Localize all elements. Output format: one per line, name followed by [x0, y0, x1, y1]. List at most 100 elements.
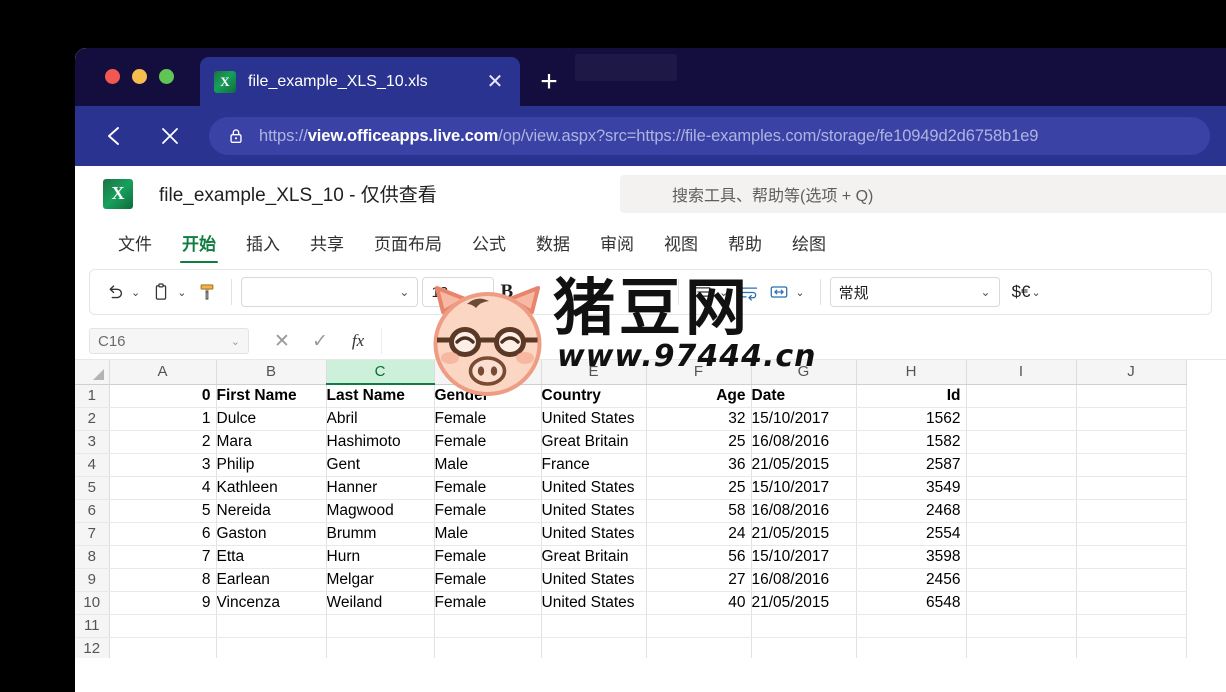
cell-E11[interactable] [541, 614, 647, 638]
format-painter-button[interactable] [192, 276, 222, 308]
cell-G3[interactable]: 16/08/2016 [751, 430, 857, 454]
cell-B4[interactable]: Philip [216, 453, 327, 477]
cell-G9[interactable]: 16/08/2016 [751, 568, 857, 592]
cell-A12[interactable] [109, 637, 217, 658]
chevron-down-icon[interactable]: ⌄ [399, 285, 409, 299]
url-bar[interactable]: https://view.officeapps.live.com/op/view… [209, 117, 1210, 155]
column-header-f[interactable]: F [646, 360, 752, 385]
tab-8[interactable]: 视图 [649, 230, 713, 263]
row-header-4[interactable]: 4 [75, 453, 110, 477]
tab-7[interactable]: 审阅 [585, 230, 649, 263]
tab-3[interactable]: 共享 [295, 230, 359, 263]
cell-I10[interactable] [966, 591, 1077, 615]
tab-0[interactable]: 文件 [103, 230, 167, 263]
cell-J10[interactable] [1076, 591, 1187, 615]
font-name-select[interactable]: ⌄ [241, 277, 419, 307]
row-header-5[interactable]: 5 [75, 476, 110, 500]
cell-G10[interactable]: 21/05/2015 [751, 591, 857, 615]
minimize-window-button[interactable] [132, 69, 147, 84]
cell-H5[interactable]: 3549 [856, 476, 967, 500]
row-header-10[interactable]: 10 [75, 591, 110, 615]
cell-E7[interactable]: United States [541, 522, 647, 546]
cell-H6[interactable]: 2468 [856, 499, 967, 523]
cell-G8[interactable]: 15/10/2017 [751, 545, 857, 569]
cell-H4[interactable]: 2587 [856, 453, 967, 477]
row-header-3[interactable]: 3 [75, 430, 110, 454]
cell-D4[interactable]: Male [434, 453, 542, 477]
tab-6[interactable]: 数据 [521, 230, 585, 263]
cell-A2[interactable]: 1 [109, 407, 217, 431]
cell-J9[interactable] [1076, 568, 1187, 592]
cell-C8[interactable]: Hurn [326, 545, 435, 569]
tab-2[interactable]: 插入 [231, 230, 295, 263]
cell-H3[interactable]: 1582 [856, 430, 967, 454]
cell-J1[interactable] [1076, 384, 1187, 408]
number-format-select[interactable]: 常规 ⌄ [829, 277, 1000, 307]
cell-B8[interactable]: Etta [216, 545, 327, 569]
cell-G1[interactable]: Date [751, 384, 857, 408]
cell-G5[interactable]: 15/10/2017 [751, 476, 857, 500]
cell-I6[interactable] [966, 499, 1077, 523]
cell-D6[interactable]: Female [434, 499, 542, 523]
row-header-7[interactable]: 7 [75, 522, 110, 546]
cell-A9[interactable]: 8 [109, 568, 217, 592]
chevron-down-icon[interactable]: ⌄ [981, 285, 991, 299]
column-header-j[interactable]: J [1076, 360, 1187, 385]
cell-B10[interactable]: Vincenza [216, 591, 327, 615]
column-header-e[interactable]: E [541, 360, 647, 385]
cell-F4[interactable]: 36 [646, 453, 752, 477]
tab-1[interactable]: 开始 [167, 230, 231, 263]
cell-F12[interactable] [646, 637, 752, 658]
cell-J6[interactable] [1076, 499, 1187, 523]
bold-button[interactable]: B [494, 276, 519, 308]
cell-F6[interactable]: 58 [646, 499, 752, 523]
cell-C2[interactable]: Abril [326, 407, 435, 431]
column-header-i[interactable]: I [966, 360, 1077, 385]
column-header-a[interactable]: A [109, 360, 217, 385]
cell-I9[interactable] [966, 568, 1077, 592]
cell-E1[interactable]: Country [541, 384, 647, 408]
cell-E3[interactable]: Great Britain [541, 430, 647, 454]
stop-loading-icon[interactable] [153, 119, 187, 153]
cell-E4[interactable]: France [541, 453, 647, 477]
close-icon[interactable]: ✕ [484, 72, 506, 92]
cell-J2[interactable] [1076, 407, 1187, 431]
undo-button[interactable]: ⌄ [100, 276, 146, 308]
cell-D12[interactable] [434, 637, 542, 658]
cell-H7[interactable]: 2554 [856, 522, 967, 546]
tab-4[interactable]: 页面布局 [359, 230, 457, 263]
cell-B2[interactable]: Dulce [216, 407, 327, 431]
cell-E9[interactable]: United States [541, 568, 647, 592]
new-tab-button[interactable]: + [535, 67, 563, 98]
cell-A4[interactable]: 3 [109, 453, 217, 477]
column-header-b[interactable]: B [216, 360, 327, 385]
cell-H2[interactable]: 1562 [856, 407, 967, 431]
cell-H1[interactable]: Id [856, 384, 967, 408]
cell-E2[interactable]: United States [541, 407, 647, 431]
column-header-g[interactable]: G [751, 360, 857, 385]
row-header-8[interactable]: 8 [75, 545, 110, 569]
cell-C3[interactable]: Hashimoto [326, 430, 435, 454]
paste-button[interactable]: ⌄ [146, 276, 192, 308]
cell-A6[interactable]: 5 [109, 499, 217, 523]
cell-E8[interactable]: Great Britain [541, 545, 647, 569]
cell-F7[interactable]: 24 [646, 522, 752, 546]
merge-cells-button[interactable]: ⌄ [764, 276, 810, 308]
chevron-down-icon[interactable]: ⌄ [1031, 286, 1040, 299]
align-button[interactable]: ⌄ [688, 276, 734, 308]
cell-A10[interactable]: 9 [109, 591, 217, 615]
cell-C4[interactable]: Gent [326, 453, 435, 477]
tab-9[interactable]: 帮助 [713, 230, 777, 263]
cell-G7[interactable]: 21/05/2015 [751, 522, 857, 546]
cell-F11[interactable] [646, 614, 752, 638]
spreadsheet-grid[interactable]: ABCDEFGHIJ 1 0 First Name Last Name Gender Co… [75, 359, 1226, 658]
cell-F1[interactable]: Age [646, 384, 752, 408]
cell-D11[interactable] [434, 614, 542, 638]
cell-A5[interactable]: 4 [109, 476, 217, 500]
cell-B9[interactable]: Earlean [216, 568, 327, 592]
insert-function-button[interactable]: fx [339, 327, 377, 355]
cell-C10[interactable]: Weiland [326, 591, 435, 615]
confirm-entry-button[interactable]: ✓ [301, 327, 339, 355]
cell-I5[interactable] [966, 476, 1077, 500]
chevron-down-icon[interactable]: ⌄ [231, 335, 240, 348]
